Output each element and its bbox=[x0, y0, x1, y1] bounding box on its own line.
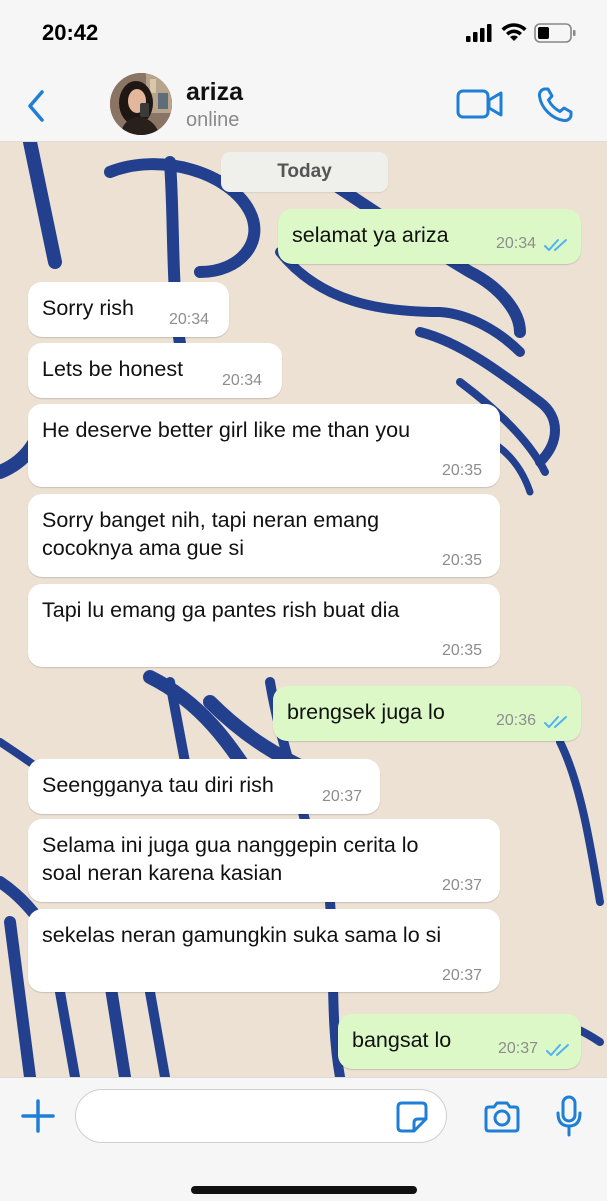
incoming-message[interactable]: Seengganya tau diri rish 20:37 bbox=[28, 759, 380, 814]
message-timestamp: 20:35 bbox=[442, 552, 483, 569]
double-check-icon bbox=[544, 716, 567, 728]
message-text: He deserve better girl like me than you bbox=[42, 418, 411, 442]
sticker-icon[interactable] bbox=[395, 1100, 429, 1134]
outgoing-message[interactable]: selamat ya ariza 20:34 bbox=[278, 209, 581, 264]
status-bar: 20:42 bbox=[0, 0, 607, 68]
message-timestamp: 20:37 bbox=[498, 1040, 539, 1057]
message-text: Sorry rish bbox=[42, 296, 134, 320]
message-text: Sorry banget nih, tapi neran emang cocok… bbox=[42, 508, 380, 560]
double-check-icon bbox=[546, 1044, 569, 1056]
message-input[interactable] bbox=[75, 1089, 447, 1143]
video-call-icon[interactable] bbox=[456, 88, 504, 120]
message-timestamp: 20:35 bbox=[442, 642, 483, 659]
message-text: Seengganya tau diri rish bbox=[42, 773, 274, 797]
phone-icon[interactable] bbox=[536, 86, 574, 124]
message-text: Selama ini juga gua nanggepin cerita lo … bbox=[42, 833, 419, 885]
message-timestamp: 20:34 bbox=[169, 311, 210, 328]
message-text: bangsat lo bbox=[352, 1028, 452, 1052]
battery-icon bbox=[534, 23, 576, 43]
chat-header: ariza online bbox=[0, 68, 607, 142]
plus-icon[interactable] bbox=[20, 1098, 56, 1134]
avatar-photo bbox=[110, 73, 172, 135]
message-timestamp: 20:36 bbox=[496, 712, 537, 729]
contact-status: online bbox=[186, 109, 240, 131]
double-check-icon bbox=[544, 239, 567, 251]
chat-area[interactable]: Today selamat ya ariza 20:34 Sorry rish 20:… bbox=[0, 142, 607, 1077]
message-timestamp: 20:35 bbox=[442, 462, 483, 479]
compose-bar bbox=[0, 1077, 607, 1201]
date-divider: Today bbox=[221, 152, 388, 192]
incoming-message[interactable]: Sorry rish 20:34 bbox=[28, 282, 229, 337]
incoming-message[interactable]: Tapi lu emang ga pantes rish buat dia 20:… bbox=[28, 584, 500, 667]
message-timestamp: 20:37 bbox=[442, 877, 483, 894]
message-text: Lets be honest bbox=[42, 357, 184, 381]
back-chevron-icon[interactable] bbox=[22, 86, 52, 126]
cellular-signal-icon bbox=[466, 24, 492, 42]
incoming-message[interactable]: He deserve better girl like me than you 2… bbox=[28, 404, 500, 487]
message-timestamp: 20:34 bbox=[222, 372, 263, 389]
microphone-icon[interactable] bbox=[555, 1095, 583, 1137]
outgoing-message[interactable]: bangsat lo 20:37 bbox=[338, 1014, 581, 1069]
clock: 20:42 bbox=[42, 20, 99, 45]
message-timestamp: 20:37 bbox=[322, 788, 363, 805]
outgoing-message[interactable]: brengsek juga lo 20:36 bbox=[273, 686, 581, 741]
incoming-message[interactable]: Sorry banget nih, tapi neran emang cocok… bbox=[28, 494, 500, 577]
message-text: Tapi lu emang ga pantes rish buat dia bbox=[42, 598, 400, 622]
contact-name[interactable]: ariza bbox=[186, 78, 243, 107]
incoming-message[interactable]: Lets be honest 20:34 bbox=[28, 343, 282, 398]
message-timestamp: 20:34 bbox=[496, 235, 537, 252]
home-indicator bbox=[191, 1186, 417, 1194]
message-timestamp: 20:37 bbox=[442, 967, 483, 984]
wifi-icon bbox=[501, 23, 527, 41]
incoming-message[interactable]: Selama ini juga gua nanggepin cerita lo … bbox=[28, 819, 500, 902]
incoming-message[interactable]: sekelas neran gamungkin suka sama lo si 2… bbox=[28, 909, 500, 992]
message-text: selamat ya ariza bbox=[292, 223, 449, 247]
message-text: sekelas neran gamungkin suka sama lo si bbox=[42, 923, 442, 947]
message-text: brengsek juga lo bbox=[287, 700, 445, 724]
avatar[interactable] bbox=[110, 73, 172, 135]
camera-icon[interactable] bbox=[483, 1101, 521, 1133]
